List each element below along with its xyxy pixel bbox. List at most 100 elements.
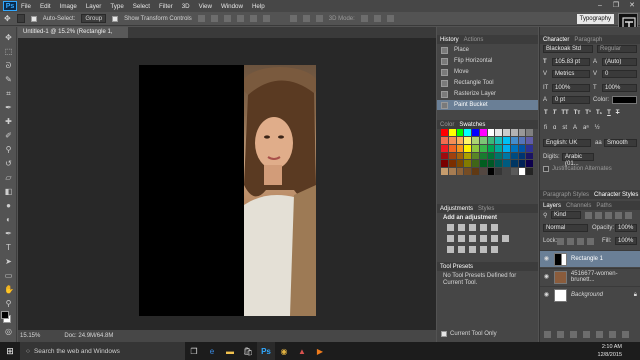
adjustment-filter-icon[interactable]: [595, 212, 602, 219]
layer-style-icon[interactable]: [557, 331, 564, 338]
visibility-eye-icon[interactable]: ◉: [543, 292, 550, 299]
color-swatch[interactable]: [441, 136, 448, 144]
faux-italic-button[interactable]: T: [553, 110, 557, 116]
new-adjustment-icon[interactable]: [583, 331, 590, 338]
add-mask-icon[interactable]: [570, 331, 577, 338]
hue-saturation-icon[interactable]: [447, 235, 454, 242]
distribute-icon-3[interactable]: [315, 15, 323, 22]
color-swatch[interactable]: [487, 160, 495, 168]
color-swatch[interactable]: [472, 160, 479, 168]
color-swatch[interactable]: [487, 136, 495, 144]
menu-filter[interactable]: Filter: [159, 3, 173, 10]
history-item[interactable]: Rectangle Tool: [437, 78, 538, 88]
color-swatch[interactable]: [441, 168, 448, 175]
color-lookup-icon[interactable]: [502, 235, 509, 242]
edge-browser-icon[interactable]: e: [203, 342, 221, 360]
all-caps-button[interactable]: TT: [561, 110, 568, 116]
file-explorer-icon[interactable]: ▬: [221, 342, 239, 360]
color-swatch[interactable]: [503, 144, 510, 152]
black-rectangle-shape[interactable]: [139, 65, 244, 316]
3d-rotate-icon[interactable]: [360, 15, 368, 22]
color-swatch[interactable]: [456, 136, 464, 144]
pixel-filter-icon[interactable]: [585, 212, 592, 219]
threshold-icon[interactable]: [469, 246, 476, 253]
superscript-button[interactable]: T¹: [585, 110, 591, 116]
color-swatch[interactable]: [464, 136, 471, 144]
text-color-swatch[interactable]: [612, 96, 637, 104]
tab-tool-presets[interactable]: Tool Presets: [440, 264, 473, 270]
tab-styles[interactable]: Styles: [478, 206, 494, 212]
history-item-selected[interactable]: Paint Bucket: [437, 100, 538, 110]
subscript-button[interactable]: T₁: [596, 110, 602, 116]
menu-layer[interactable]: Layer: [86, 3, 101, 10]
color-swatch[interactable]: [518, 129, 526, 136]
color-swatch[interactable]: [526, 129, 533, 136]
color-swatch[interactable]: [495, 160, 502, 168]
visibility-eye-icon[interactable]: ◉: [543, 256, 550, 263]
photoshop-logo[interactable]: Ps: [3, 1, 17, 11]
color-swatch[interactable]: [448, 144, 456, 152]
menu-image[interactable]: Image: [60, 3, 77, 10]
workspace-switcher[interactable]: Typography: [576, 14, 614, 24]
color-swatch[interactable]: [510, 168, 518, 175]
marquee-tool-icon[interactable]: ⬚: [4, 47, 13, 56]
color-swatch[interactable]: [510, 160, 518, 168]
tab-character-styles[interactable]: Character Styles: [594, 192, 638, 198]
color-swatch[interactable]: [441, 160, 448, 168]
color-swatch[interactable]: [456, 168, 464, 175]
channel-mixer-icon[interactable]: [491, 235, 498, 242]
color-swatch[interactable]: [441, 129, 448, 136]
swash-button[interactable]: ɑ: [553, 125, 556, 131]
tab-history[interactable]: History: [440, 37, 459, 43]
color-swatch[interactable]: [526, 144, 533, 152]
lasso-tool-icon[interactable]: ᘐ: [4, 61, 13, 70]
distribute-icon-2[interactable]: [302, 15, 310, 22]
clone-stamp-tool-icon[interactable]: ⚲: [4, 145, 13, 154]
vertical-scale-field[interactable]: 100%: [552, 84, 590, 92]
color-swatch[interactable]: [464, 129, 471, 136]
menu-type[interactable]: Type: [110, 3, 123, 10]
new-group-icon[interactable]: [596, 331, 603, 338]
3d-pan-icon[interactable]: [386, 15, 394, 22]
layer-row-selected[interactable]: ◉ Rectangle 1: [540, 250, 640, 267]
media-player-icon[interactable]: ▶: [311, 342, 329, 360]
task-view-icon[interactable]: ❐: [185, 342, 203, 360]
stylistic-button[interactable]: st: [562, 125, 567, 131]
tool-preset-picker[interactable]: [16, 14, 25, 23]
color-swatch[interactable]: [503, 136, 510, 144]
color-swatch[interactable]: [526, 136, 533, 144]
underline-button[interactable]: T: [607, 110, 611, 116]
color-swatch[interactable]: [526, 152, 533, 160]
black-white-icon[interactable]: [469, 235, 476, 242]
crop-tool-icon[interactable]: ⌗: [4, 89, 13, 98]
color-swatch[interactable]: [518, 160, 526, 168]
taskbar-clock[interactable]: 2:10 AM 12/8/2015: [598, 343, 622, 359]
brightness-icon[interactable]: [447, 224, 454, 231]
history-item[interactable]: Flip Horizontal: [437, 56, 538, 66]
zoom-level[interactable]: 15.15%: [20, 333, 40, 339]
color-swatch[interactable]: [510, 144, 518, 152]
move-tool-icon[interactable]: ✥: [4, 33, 13, 42]
rectangle-tool-icon[interactable]: ▭: [4, 271, 13, 280]
healing-brush-tool-icon[interactable]: ✚: [4, 117, 13, 126]
color-swatch[interactable]: [441, 152, 448, 160]
color-swatch[interactable]: [479, 152, 487, 160]
color-swatch[interactable]: [518, 136, 526, 144]
color-swatch[interactable]: [495, 168, 502, 175]
strikethrough-button[interactable]: T: [616, 110, 620, 116]
font-family-select[interactable]: Blackoak Std: [543, 45, 593, 53]
ordinals-button[interactable]: aᵃ: [583, 125, 589, 131]
faux-bold-button[interactable]: T: [544, 110, 548, 116]
trash-icon[interactable]: [622, 331, 629, 338]
color-swatch[interactable]: [448, 168, 456, 175]
menu-3d[interactable]: 3D: [182, 3, 190, 10]
color-swatch[interactable]: [487, 152, 495, 160]
color-swatch[interactable]: [479, 129, 487, 136]
baseline-shift-field[interactable]: 0 pt: [552, 96, 590, 104]
align-center-icon[interactable]: [249, 15, 257, 22]
color-swatch[interactable]: [495, 136, 502, 144]
align-right-icon[interactable]: [262, 15, 270, 22]
blur-tool-icon[interactable]: ●: [4, 201, 13, 210]
tab-color[interactable]: Color: [440, 122, 454, 128]
color-swatch[interactable]: [448, 152, 456, 160]
